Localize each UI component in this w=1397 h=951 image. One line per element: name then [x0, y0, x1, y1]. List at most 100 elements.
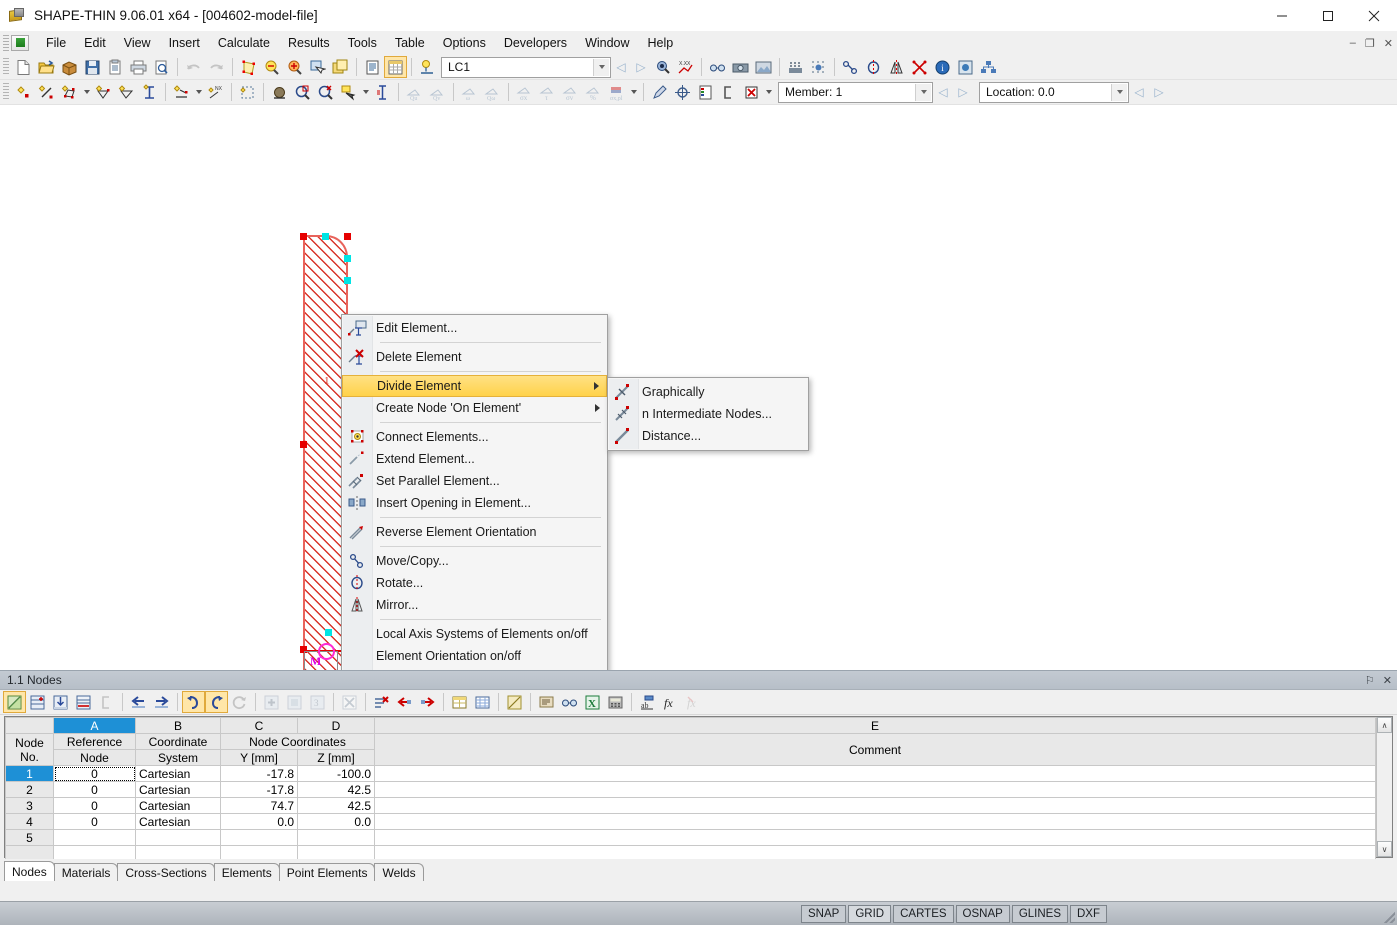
node-marker-2[interactable] [344, 233, 351, 240]
new-point-element-icon[interactable] [170, 81, 193, 103]
cell-reference-node[interactable] [53, 829, 136, 846]
result-values-icon[interactable] [651, 56, 674, 78]
scroll-track[interactable] [1377, 733, 1392, 841]
context-item-connect-elements[interactable]: Connect Elements... [342, 426, 607, 448]
context-item-extend-element[interactable]: Extend Element... [342, 448, 607, 470]
cell-comment[interactable] [374, 813, 1376, 830]
cell-z[interactable]: 42.5 [297, 781, 375, 798]
network-icon[interactable] [977, 56, 1000, 78]
delete-row-icon[interactable] [370, 691, 393, 713]
table-row[interactable]: 3 0 Cartesian 74.7 42.5 [5, 797, 1376, 814]
tab-materials[interactable]: Materials [53, 863, 119, 881]
load-case-icon[interactable] [416, 56, 439, 78]
status-grid-button[interactable]: GRID [848, 904, 892, 923]
zoom-out-icon[interactable] [314, 81, 337, 103]
context-item-create-node-on-element[interactable]: Create Node 'On Element' [342, 397, 607, 419]
context-item-move-copy[interactable]: Move/Copy... [342, 550, 607, 572]
export-icon[interactable] [72, 691, 95, 713]
column-letter-e[interactable]: E [374, 717, 1376, 734]
table-row[interactable]: 5 [5, 829, 1376, 846]
menu-help[interactable]: Help [639, 33, 683, 53]
tab-nodes[interactable]: Nodes [4, 861, 55, 881]
import-icon[interactable] [49, 691, 72, 713]
minimize-button[interactable] [1259, 0, 1305, 31]
column-letter-b[interactable]: B [135, 717, 221, 734]
cell-z[interactable]: 0.0 [297, 813, 375, 830]
new-profile-icon[interactable] [138, 81, 161, 103]
sigma-xpl-icon[interactable]: σx,pl [605, 81, 628, 103]
info-icon[interactable]: i [931, 56, 954, 78]
menu-table[interactable]: Table [386, 33, 434, 53]
next-member-button[interactable]: ▷ [953, 81, 973, 103]
rotate-icon[interactable] [862, 56, 885, 78]
edit-table-icon[interactable] [3, 691, 26, 713]
cell-reference-node[interactable]: 0 [53, 813, 136, 830]
open-folder-icon[interactable] [35, 56, 58, 78]
resize-grip[interactable] [1381, 909, 1395, 923]
photo-icon[interactable] [752, 56, 775, 78]
next-location-button[interactable]: ▷ [1149, 81, 1169, 103]
target-icon[interactable] [671, 81, 694, 103]
row-number[interactable]: 4 [5, 813, 54, 830]
cell-coordinate-system[interactable]: Cartesian [135, 797, 221, 814]
fx-icon[interactable]: fx [659, 691, 682, 713]
cell-comment[interactable] [374, 765, 1376, 782]
copy-icon[interactable] [104, 56, 127, 78]
context-item-reverse-orientation[interactable]: Reverse Element Orientation [342, 521, 607, 543]
context-item-edit-element[interactable]: Edit Element... [342, 317, 607, 339]
render-section-icon[interactable] [237, 56, 260, 78]
mdi-minimize-button[interactable]: – [1350, 37, 1356, 49]
zoom-in-icon[interactable] [291, 81, 314, 103]
status-snap-button[interactable]: SNAP [801, 904, 847, 923]
context-item-divide-element[interactable]: Divide Element [342, 375, 607, 397]
cell-comment[interactable] [374, 781, 1376, 798]
qv-icon[interactable]: Qv [426, 81, 449, 103]
legend-icon[interactable] [694, 81, 717, 103]
project-manager-icon[interactable] [58, 56, 81, 78]
cell-z[interactable]: -100.0 [297, 765, 375, 782]
chevron-down-icon[interactable] [593, 58, 609, 76]
maximize-button[interactable] [1305, 0, 1351, 31]
grid-settings-icon[interactable] [807, 56, 830, 78]
percent-icon[interactable]: % [582, 81, 605, 103]
redo-icon[interactable] [205, 56, 228, 78]
new-grid-icon[interactable] [236, 81, 259, 103]
menu-view[interactable]: View [115, 33, 160, 53]
mdi-restore-button[interactable]: ❐ [1365, 37, 1375, 50]
menu-file[interactable]: File [37, 33, 75, 53]
column-letter-a[interactable]: A [53, 717, 136, 734]
table-row[interactable]: 1 0 Cartesian -17.8 -100.0 [5, 765, 1376, 782]
context-item-mirror[interactable]: Mirror... [342, 594, 607, 616]
context-item-set-parallel-element[interactable]: Set Parallel Element... [342, 470, 607, 492]
cell-reference-node[interactable]: 0 [53, 765, 136, 782]
context-item-insert-opening[interactable]: Insert Opening in Element... [342, 492, 607, 514]
fx-off-icon[interactable]: fx [682, 691, 705, 713]
window-cascade-icon[interactable] [329, 56, 352, 78]
cell-z[interactable]: 42.5 [297, 797, 375, 814]
scale-icon[interactable] [908, 56, 931, 78]
add-row-icon[interactable] [260, 691, 283, 713]
excel-export-icon[interactable]: X [581, 691, 604, 713]
new-polygon-icon[interactable] [58, 81, 81, 103]
prev-load-case-button[interactable]: ◁ [611, 56, 631, 78]
fill-dropdown[interactable] [360, 81, 371, 103]
glasses-icon[interactable] [558, 691, 581, 713]
duplicate-row-icon[interactable] [283, 691, 306, 713]
table-row[interactable]: 2 0 Cartesian -17.8 42.5 [5, 781, 1376, 798]
cell-y[interactable]: -17.8 [220, 765, 298, 782]
cell-z[interactable] [297, 829, 375, 846]
undo-table-icon[interactable] [182, 691, 205, 713]
cell-y[interactable] [220, 829, 298, 846]
save-icon[interactable] [81, 56, 104, 78]
menu-results[interactable]: Results [279, 33, 339, 53]
delete-dropdown[interactable] [763, 81, 774, 103]
submenu-item-distance[interactable]: Distance... [608, 425, 808, 447]
measure-icon[interactable] [371, 81, 394, 103]
node-marker-1[interactable] [300, 233, 307, 240]
node-marker-4[interactable] [344, 255, 351, 262]
status-glines-button[interactable]: GLINES [1011, 904, 1068, 923]
sigma-dropdown[interactable] [628, 81, 639, 103]
delete-x-icon[interactable] [740, 81, 763, 103]
tab-welds[interactable]: Welds [374, 863, 424, 881]
calculator-icon[interactable] [604, 691, 627, 713]
